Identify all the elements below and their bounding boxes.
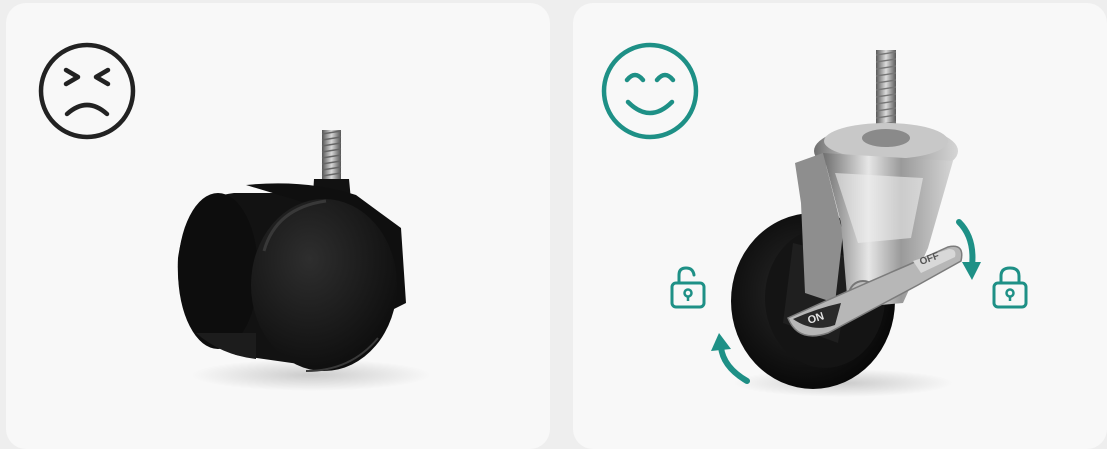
plastic-caster-image (177, 130, 431, 391)
bad-caster-panel (6, 3, 550, 449)
swivel-caster-image: ON OFF (731, 50, 963, 397)
good-caster-panel: ON OFF (573, 3, 1107, 449)
